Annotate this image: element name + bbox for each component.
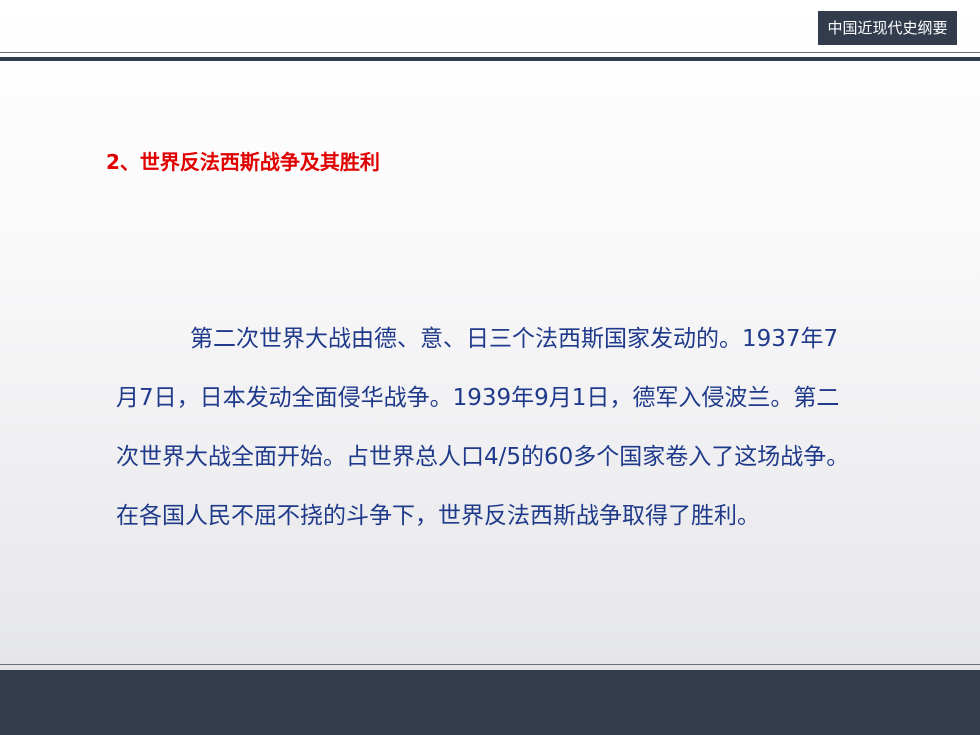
footer-thin-rule [0,664,980,665]
course-title-badge: 中国近现代史纲要 [818,11,957,45]
footer-bar [0,670,980,735]
paragraph-line: 月7日，日本发动全面侵华战争。1939年9月1日，德军入侵波兰。第二 [116,385,840,411]
header-thin-rule [0,52,980,53]
paragraph-line: 在各国人民不屈不挠的斗争下，世界反法西斯战争取得了胜利。 [116,503,760,529]
paragraph-line: 次世界大战全面开始。占世界总人口4/5的60多个国家卷入了这场战争。 [116,444,850,470]
paragraph-line: 第二次世界大战由德、意、日三个法西斯国家发动的。1937年7 [190,326,839,352]
section-title: 2、世界反法西斯战争及其胜利 [106,150,380,174]
body-paragraph: 第二次世界大战由德、意、日三个法西斯国家发动的。1937年7 月7日，日本发动全… [116,310,896,546]
header-thick-rule [0,57,980,61]
